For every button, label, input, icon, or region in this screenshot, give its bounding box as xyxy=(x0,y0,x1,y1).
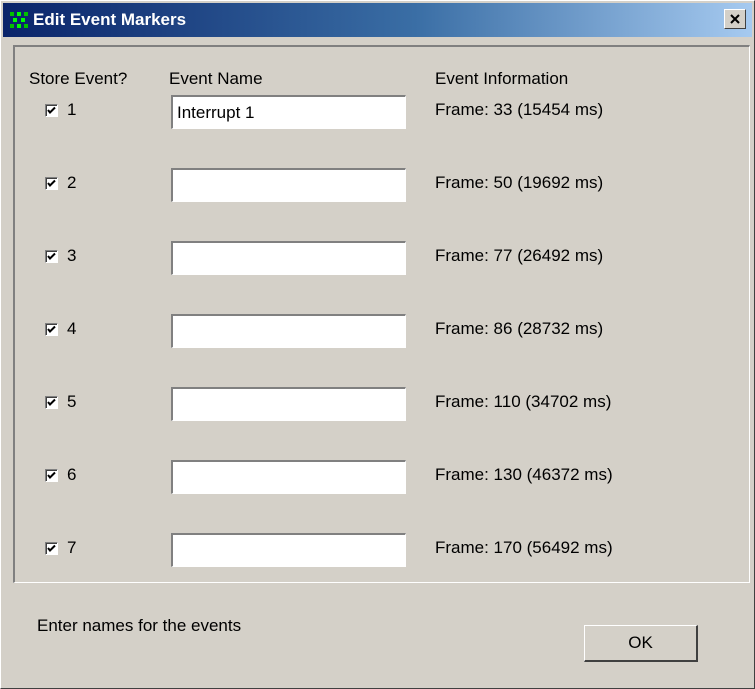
store-event-checkbox-4[interactable] xyxy=(45,323,58,336)
header-store-event: Store Event? xyxy=(29,69,128,88)
event-name-input-3[interactable] xyxy=(171,241,406,275)
event-number: 2 xyxy=(67,173,77,192)
window-title: Edit Event Markers xyxy=(33,10,187,29)
event-row: 7 Frame: 170 (56492 ms) xyxy=(15,533,749,567)
checkmark-icon xyxy=(47,325,56,333)
event-number: 3 xyxy=(67,246,77,265)
checkmark-icon xyxy=(47,179,56,187)
event-info: Frame: 77 (26492 ms) xyxy=(435,246,604,265)
events-panel: Store Event? Event Name Event Informatio… xyxy=(13,45,750,583)
status-message: Enter names for the events xyxy=(37,616,242,635)
event-name-input-4[interactable] xyxy=(171,314,406,348)
checkmark-icon xyxy=(47,106,56,114)
event-name-input-2[interactable] xyxy=(171,168,406,202)
event-row: 2 Frame: 50 (19692 ms) xyxy=(15,168,749,202)
close-icon xyxy=(730,14,740,24)
event-number: 4 xyxy=(67,319,77,338)
event-row: 5 Frame: 110 (34702 ms) xyxy=(15,387,749,421)
event-info: Frame: 86 (28732 ms) xyxy=(435,319,604,338)
checkmark-icon xyxy=(47,398,56,406)
header-event-information: Event Information xyxy=(435,69,569,88)
close-button[interactable] xyxy=(724,9,746,29)
store-event-checkbox-2[interactable] xyxy=(45,177,58,190)
event-name-input-1[interactable] xyxy=(171,95,406,129)
app-icon xyxy=(10,12,28,28)
event-info: Frame: 33 (15454 ms) xyxy=(435,100,604,119)
event-number: 1 xyxy=(67,100,77,119)
event-info: Frame: 130 (46372 ms) xyxy=(435,465,613,484)
header-event-name: Event Name xyxy=(169,69,263,88)
store-event-checkbox-1[interactable] xyxy=(45,104,58,117)
event-row: 6 Frame: 130 (46372 ms) xyxy=(15,460,749,494)
event-number: 5 xyxy=(67,392,77,411)
event-name-input-5[interactable] xyxy=(171,387,406,421)
title-bar[interactable]: Edit Event Markers xyxy=(3,3,752,37)
edit-event-markers-dialog: Edit Event Markers Store Event? Event Na… xyxy=(0,0,755,689)
event-info: Frame: 50 (19692 ms) xyxy=(435,173,604,192)
store-event-checkbox-5[interactable] xyxy=(45,396,58,409)
checkmark-icon xyxy=(47,544,56,552)
event-row: 3 Frame: 77 (26492 ms) xyxy=(15,241,749,275)
event-row: 4 Frame: 86 (28732 ms) xyxy=(15,314,749,348)
event-name-input-6[interactable] xyxy=(171,460,406,494)
checkmark-icon xyxy=(47,252,56,260)
event-info: Frame: 110 (34702 ms) xyxy=(435,392,612,411)
store-event-checkbox-3[interactable] xyxy=(45,250,58,263)
checkmark-icon xyxy=(47,471,56,479)
store-event-checkbox-6[interactable] xyxy=(45,469,58,482)
ok-button[interactable]: OK xyxy=(584,625,698,662)
event-row: 1 Frame: 33 (15454 ms) xyxy=(15,95,749,129)
store-event-checkbox-7[interactable] xyxy=(45,542,58,555)
event-name-input-7[interactable] xyxy=(171,533,406,567)
event-number: 7 xyxy=(67,538,77,557)
event-info: Frame: 170 (56492 ms) xyxy=(435,538,613,557)
event-number: 6 xyxy=(67,465,77,484)
